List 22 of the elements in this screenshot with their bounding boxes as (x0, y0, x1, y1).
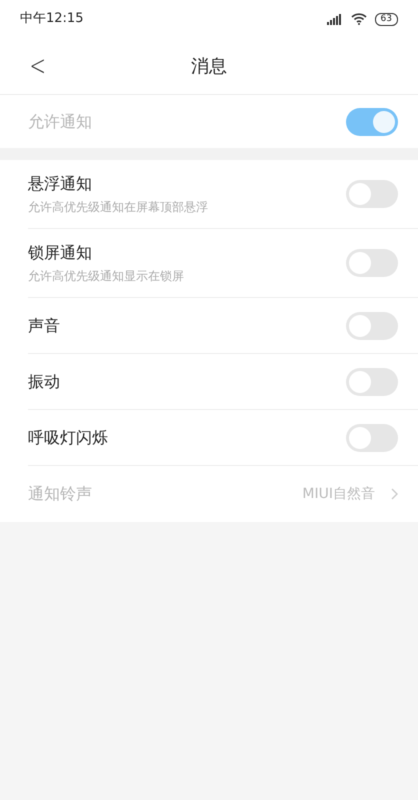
signal-icon (326, 14, 343, 24)
setting-description: 允许高优先级通知在屏幕顶部悬浮 (28, 199, 208, 216)
toggle-switch[interactable] (346, 249, 398, 277)
status-time: 中午12:15 (20, 10, 84, 28)
chevron-right-icon[interactable] (391, 488, 398, 500)
setting-label: 悬浮通知 (28, 173, 93, 195)
setting-label: 声音 (28, 314, 60, 336)
setting-label: 允许通知 (28, 110, 92, 132)
setting-label: 振动 (28, 370, 60, 392)
battery-indicator: 63 (374, 12, 398, 26)
page-title: 消息 (191, 54, 227, 78)
setting-label: 锁屏通知 (28, 242, 93, 264)
toggle-switch[interactable] (346, 180, 398, 208)
setting-description: 允许高优先级通知显示在锁屏 (28, 268, 184, 285)
toggle-switch[interactable] (346, 312, 398, 340)
wifi-icon (350, 13, 367, 25)
toggle-switch[interactable] (346, 368, 398, 396)
back-button[interactable]: < (26, 48, 49, 84)
toggle-switch[interactable] (346, 424, 398, 452)
setting-label: 通知铃声 (28, 483, 92, 505)
setting-value: MIUI自然音 (302, 484, 375, 504)
setting-label: 呼吸灯闪烁 (28, 426, 108, 448)
